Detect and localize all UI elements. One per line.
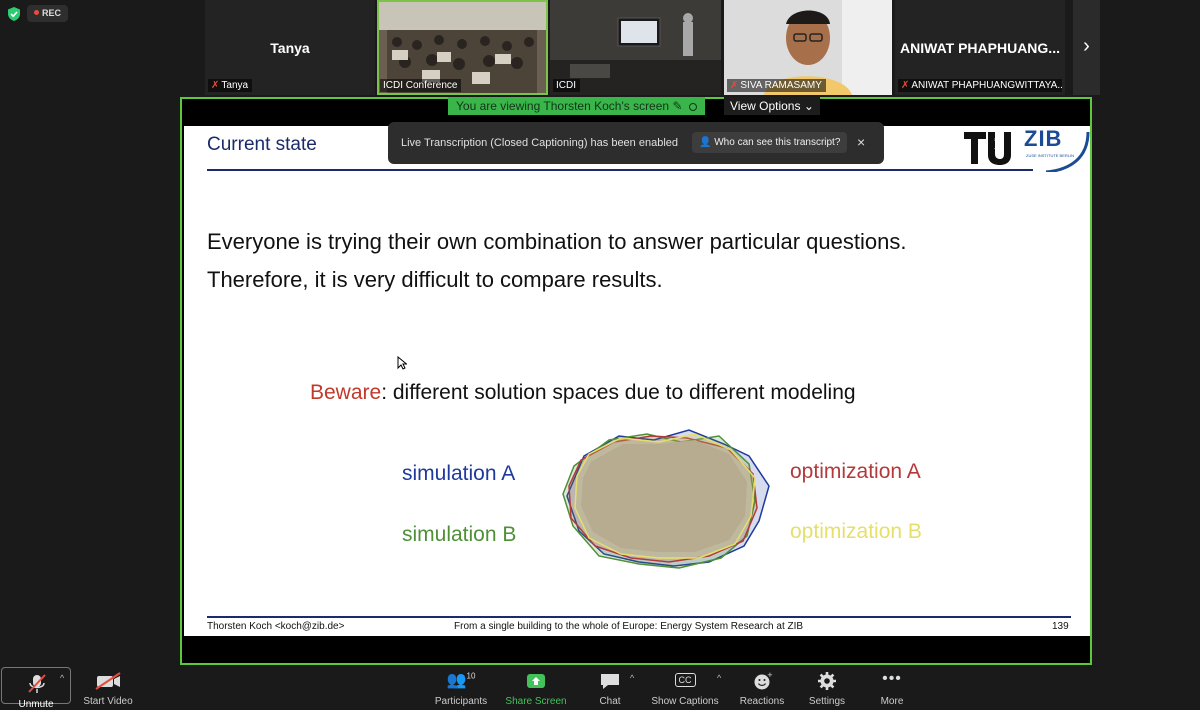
label-simulation-a: simulation A [402,462,516,485]
gear-icon [818,672,836,690]
label-optimization-a: optimization A [790,460,921,483]
person-icon: 👤 [699,137,712,148]
participant-tile-siva-ramasamy[interactable]: ✗ SIVA RAMASAMY [724,0,892,95]
meeting-toolbar: Unmute ^ Start Video 👥10 Participants Sh… [0,665,1200,710]
zib-logo-arc [1045,131,1090,172]
participant-name: Tanya [270,40,310,56]
view-options-button[interactable]: View Options ⌄ [724,97,820,115]
mouse-cursor-icon [397,356,407,370]
slide-text-line-2: Therefore, it is very difficult to compa… [207,267,663,292]
recording-dot-icon [34,10,39,15]
participants-count: 10 [466,671,476,681]
participant-label: ✗ SIVA RAMASAMY [727,79,826,92]
share-screen-button[interactable]: Share Screen [503,665,569,707]
solution-spaces-diagram [562,429,770,569]
participant-tile-icdi[interactable]: ICDI [550,0,721,95]
transcription-notification: Live Transcription (Closed Captioning) h… [388,122,884,164]
viewing-screen-banner: You are viewing Thorsten Koch's screen ✎ [448,97,705,115]
show-captions-button[interactable]: CC Show Captions [648,665,722,707]
video-muted-icon [95,672,121,690]
label-optimization-b: optimization B [790,520,922,543]
close-icon[interactable]: × [857,134,865,150]
recording-indicator[interactable]: REC [27,5,69,22]
participant-tile-aniwat[interactable]: ANIWAT PHAPHUANG... ✗ ANIWAT PHAPHUANGWIT… [895,0,1065,95]
footer-divider [207,616,1071,618]
participants-button[interactable]: 👥10 Participants [430,665,492,707]
rec-label: REC [42,8,62,18]
participant-label: ✗ ANIWAT PHAPHUANGWITTAYA... [898,79,1062,92]
remote-control-icon: ✎ [672,99,683,113]
label-simulation-b: simulation B [402,523,517,546]
participant-tile-tanya[interactable]: Tanya ✗ Tanya [205,0,375,95]
overlap-region [581,440,747,552]
start-video-button[interactable]: Start Video [78,665,138,707]
more-button[interactable]: ••• More [872,665,912,707]
title-divider [207,169,1033,171]
footer-author: Thorsten Koch <koch@zib.de> [207,621,345,632]
shared-screen: Current state berlin ZIB ZUSE INSTITUTE … [180,97,1092,665]
who-can-see-transcript-button[interactable]: 👤 Who can see this transcript? [692,132,848,153]
more-dots-icon: ••• [882,670,902,687]
beware-word: Beware [310,381,382,404]
status-circle-icon [688,103,697,111]
participant-label: ✗ Tanya [208,79,253,92]
mic-muted-icon: ✗ [211,80,220,91]
mic-muted-icon: ✗ [901,80,910,91]
svg-text:berlin: berlin [994,135,1000,149]
captions-icon: CC [674,673,696,687]
reactions-button[interactable]: + Reactions [736,665,788,707]
share-screen-icon [527,674,545,688]
security-shield-icon[interactable] [6,6,22,22]
transcription-message: Live Transcription (Closed Captioning) h… [401,137,679,149]
tu-berlin-logo: berlin [964,132,1011,165]
footer-page-number: 139 [1052,621,1069,632]
footer-talk-title: From a single building to the whole of E… [454,621,804,632]
svg-text:+: + [767,671,773,679]
settings-button[interactable]: Settings [805,665,849,707]
audio-options-caret-icon[interactable]: ^ [60,673,64,683]
chevron-down-icon: ⌄ [803,99,814,113]
chat-options-caret-icon[interactable]: ^ [630,673,634,683]
presentation-slide: Current state berlin ZIB ZUSE INSTITUTE … [184,126,1090,636]
chat-button[interactable]: Chat [590,665,630,707]
participant-label: ICDI Conference [380,79,462,92]
beware-rest: : different solution spaces due to diffe… [381,381,856,404]
slide-text-line-1: Everyone is trying their own combination… [207,229,907,254]
reactions-emoji-icon: + [754,671,773,690]
beware-sentence: Beware: different solution spaces due to… [310,381,856,405]
participant-name: ANIWAT PHAPHUANG... [900,40,1060,56]
slide-title: Current state [207,134,317,155]
captions-options-caret-icon[interactable]: ^ [717,673,721,683]
participants-icon: 👥10 [446,671,476,689]
participant-label: ICDI [553,79,580,92]
next-participants-chevron-icon[interactable]: › [1073,0,1100,95]
mic-muted-icon: ✗ [730,80,739,91]
chat-icon [601,674,619,689]
participant-tile-icdi-conference[interactable]: ICDI Conference [377,0,548,95]
